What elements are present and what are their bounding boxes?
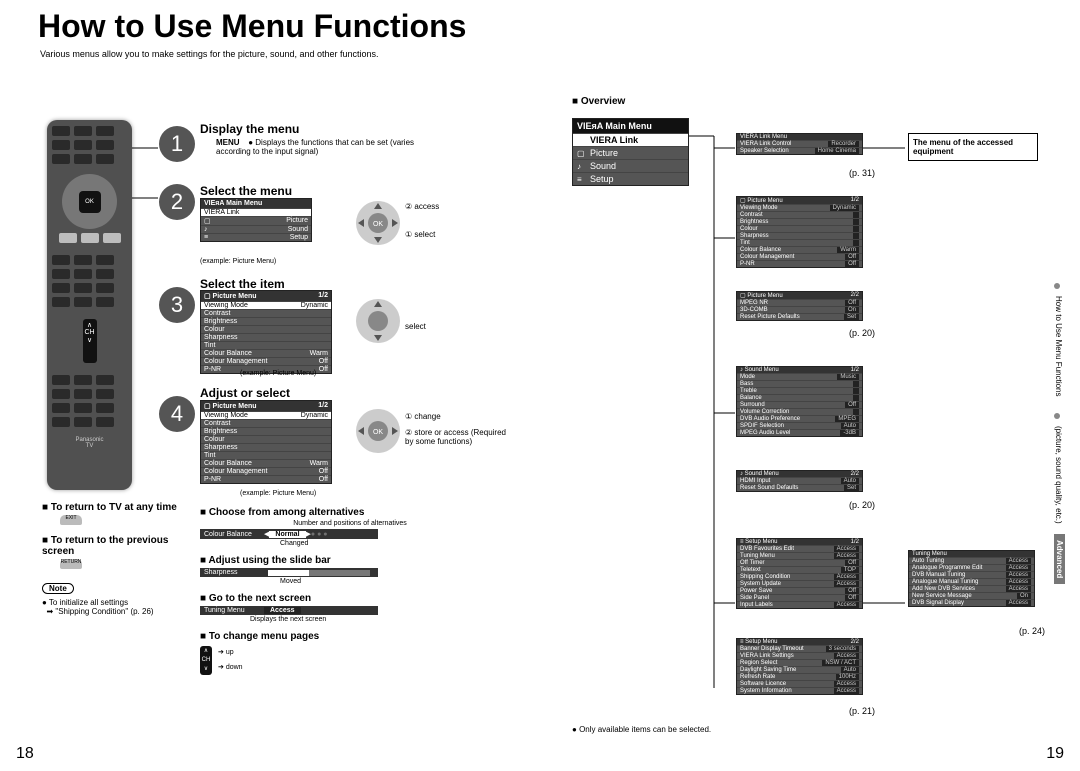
page-title: How to Use Menu Functions xyxy=(38,8,1080,45)
dpad-label-access: ② access xyxy=(405,202,439,211)
sound-menu-2: ♪ Sound Menu2/2HDMI InputAutoReset Sound… xyxy=(736,470,863,492)
page-ref: (p. 31) xyxy=(830,168,875,178)
mini-picture-menu-2: ▢ Picture Menu1/2Viewing ModeDynamicCont… xyxy=(200,400,332,484)
dpad-icon xyxy=(355,298,401,344)
dpad-label-store: ② store or access (Required by some func… xyxy=(405,428,515,446)
dpad-label-select: select xyxy=(405,322,426,331)
step-4-label: Adjust or select xyxy=(200,386,290,400)
svg-text:OK: OK xyxy=(373,221,383,228)
step-2-caption: (example: Picture Menu) xyxy=(200,258,276,265)
step-3-label: Select the item xyxy=(200,277,285,291)
dpad-icon: OK xyxy=(355,408,401,454)
dpad-label-select: ① select xyxy=(405,230,435,239)
picture-menu-2: ▢ Picture Menu2/2MPEG NROff3D-COMBOnRese… xyxy=(736,291,863,321)
picture-menu-1: ▢ Picture Menu1/2Viewing ModeDynamicCont… xyxy=(736,196,863,268)
step-2-label: Select the menu xyxy=(200,184,292,198)
step-1-circle: 1 xyxy=(159,126,195,162)
mini-picture-menu-1: ▢ Picture Menu1/2Viewing ModeDynamicCont… xyxy=(200,290,332,374)
step-3-circle: 3 xyxy=(159,287,195,323)
step-4-circle: 4 xyxy=(159,396,195,432)
overview-footnote: ● Only available items can be selected. xyxy=(572,725,711,734)
dpad-icon: OK xyxy=(355,200,401,246)
setup-menu-2: ≡ Setup Menu2/2Banner Display Timeout3 s… xyxy=(736,638,863,695)
tuning-menu-row: Tuning MenuAccess xyxy=(200,606,378,615)
page-number-right: 19 xyxy=(1046,745,1064,763)
page-ref: (p. 20) xyxy=(830,328,875,338)
return-button-icon: RETURN xyxy=(60,559,82,569)
sharpness-row: Sharpness xyxy=(200,568,378,577)
step-3-caption: (example: Picture Menu) xyxy=(240,370,316,377)
remote-control: OK ∧CH∨ PanasonicTV xyxy=(47,120,132,490)
dpad-label-change: ① change xyxy=(405,412,441,421)
side-tab: How to Use Menu Functions (picture, soun… xyxy=(1054,278,1070,595)
overview-label: Overview xyxy=(572,96,625,107)
page-number-left: 18 xyxy=(16,745,34,763)
step-1-label: Display the menu xyxy=(200,122,299,136)
viera-link-menu: VIERA Link MenuVIERA Link ControlRecorde… xyxy=(736,133,863,155)
connector-lines xyxy=(0,8,1080,771)
overview-main-menu: VIEᴙA Main Menu VIERA Link ▢Picture ♪Sou… xyxy=(572,118,689,186)
note-label: Note xyxy=(42,583,74,594)
setup-menu-1: ≡ Setup Menu1/2DVB Favourites EditAccess… xyxy=(736,538,863,609)
colour-balance-row: Colour Balance◀Normal▶● ● ● xyxy=(200,529,378,539)
tuning-menu: Tuning MenuAuto TuningAccessAnalogue Pro… xyxy=(908,550,1035,607)
ch-button-icon: ∧CH∨ xyxy=(200,646,212,675)
step-1-desc: MENU ● Displays the functions that can b… xyxy=(216,138,416,156)
sound-menu-1: ♪ Sound Menu1/2ModeMusicBassTrebleBalanc… xyxy=(736,366,863,437)
page-ref: (p. 21) xyxy=(830,706,875,716)
remote-ok-button: OK xyxy=(79,191,101,213)
svg-text:OK: OK xyxy=(373,429,383,436)
step-4-caption: (example: Picture Menu) xyxy=(240,490,316,497)
page-ref: (p. 20) xyxy=(830,500,875,510)
exit-button-icon: EXIT xyxy=(60,515,82,525)
left-notes: To return to TV at any timeEXIT To retur… xyxy=(42,502,177,626)
adjust-options: Choose from among alternatives Number an… xyxy=(200,507,500,675)
step-2-circle: 2 xyxy=(159,184,195,220)
mini-main-menu: VIEᴙA Main Menu VIERA Link ▢ Picture ♪ S… xyxy=(200,198,312,242)
intro-text: Various menus allow you to make settings… xyxy=(40,49,1080,59)
page-ref: (p. 24) xyxy=(1000,626,1045,636)
equipment-menu-box: The menu of the accessed equipment xyxy=(908,133,1038,161)
